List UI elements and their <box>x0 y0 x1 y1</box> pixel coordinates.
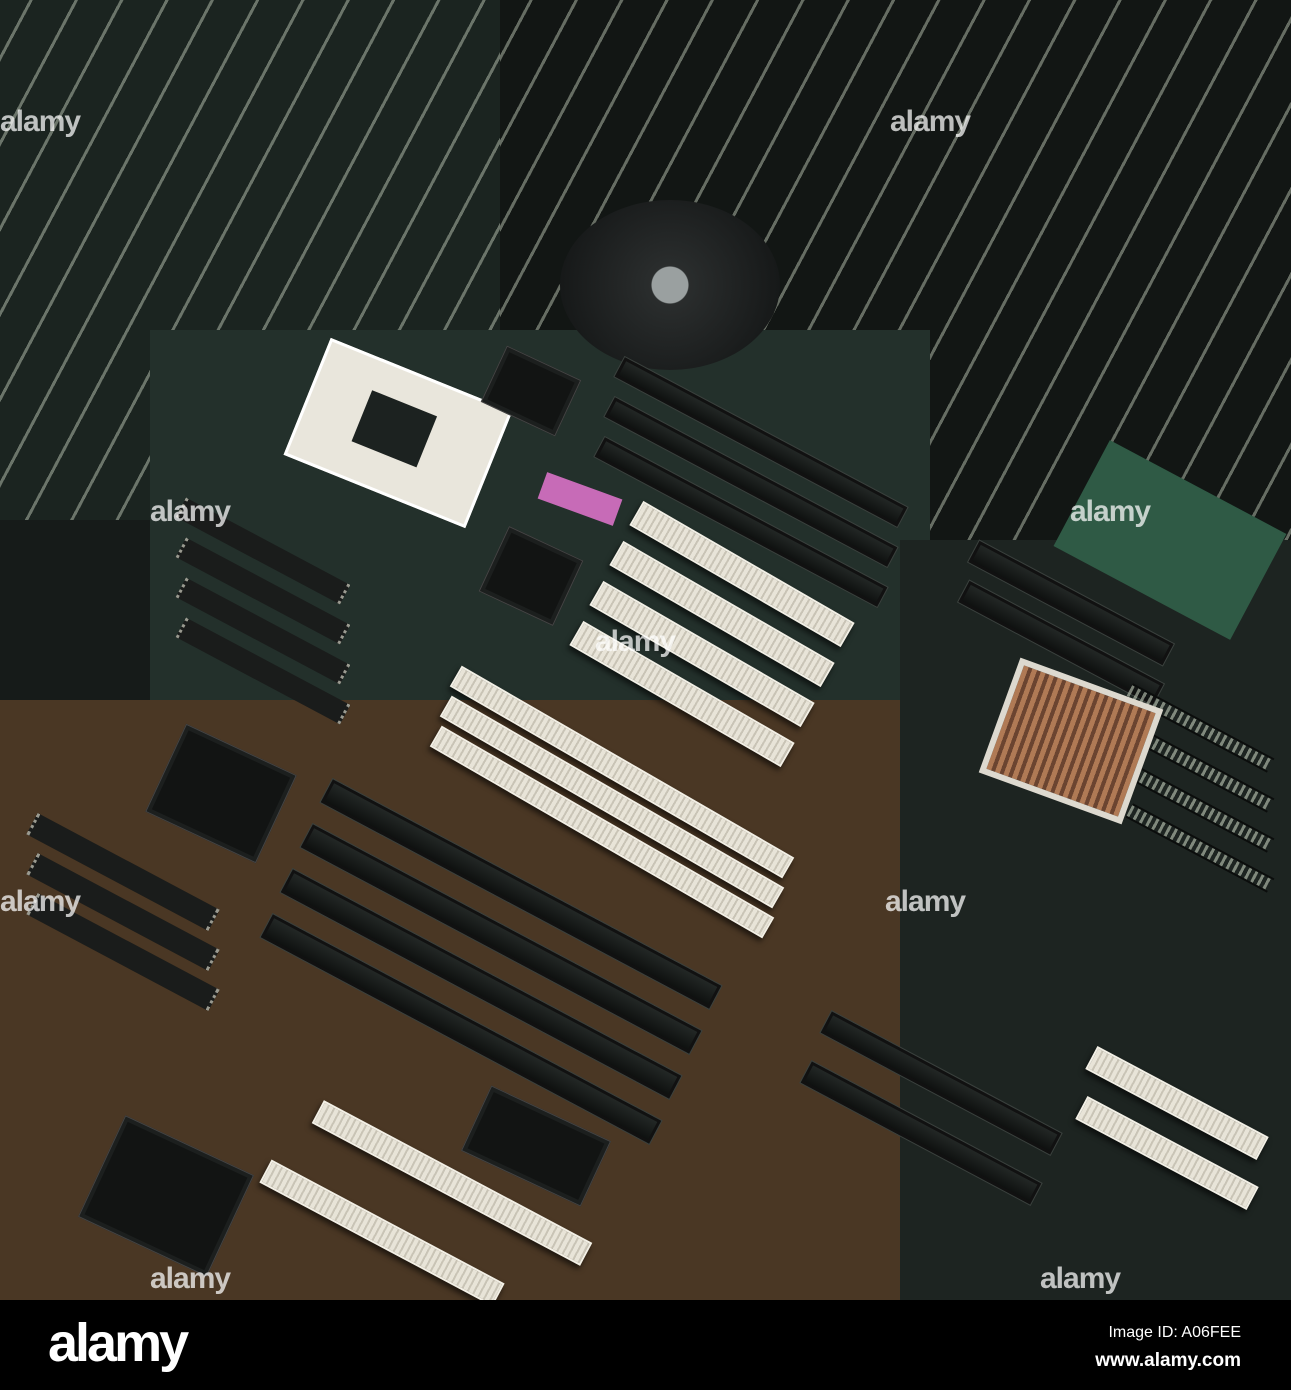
cpu-socket-center <box>351 390 438 468</box>
alamy-logo: alamy <box>48 1313 189 1373</box>
watermark: alamy <box>0 885 81 918</box>
image-id: Image ID: A06FEE <box>1108 1324 1241 1341</box>
website-link[interactable]: www.alamy.com <box>1095 1350 1241 1372</box>
watermark: alamy <box>885 885 966 918</box>
watermark: alamy <box>890 105 971 138</box>
watermark: alamy <box>595 625 676 658</box>
watermark: alamy <box>1040 1262 1121 1295</box>
watermark: alamy <box>1070 495 1151 528</box>
footer-bar: alamy Image ID: A06FEE www.alamy.com <box>0 1300 1291 1390</box>
hard-disk-platter <box>560 200 780 370</box>
watermark: alamy <box>0 105 81 138</box>
watermark: alamy <box>150 495 231 528</box>
motherboard-photo: alamy alamy alamy alamy alamy alamy alam… <box>0 0 1291 1307</box>
watermark: alamy <box>150 1262 231 1295</box>
